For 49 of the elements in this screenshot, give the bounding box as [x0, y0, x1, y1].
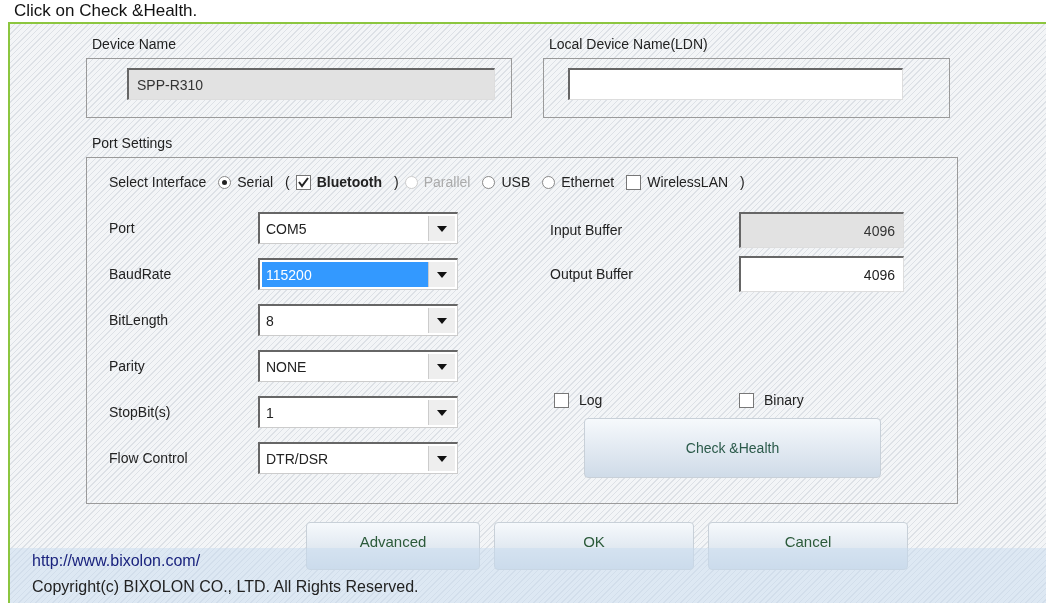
buffer-label: Input Buffer [550, 222, 624, 238]
checkbox-label: Log [579, 392, 603, 408]
combo-label: Flow Control [109, 450, 189, 466]
combo-label: Port [109, 220, 136, 236]
option-label: USB [501, 174, 531, 190]
checkbox[interactable] [626, 174, 642, 190]
dropdown[interactable]: COM5 [258, 212, 458, 244]
combo-label: Parity [109, 358, 146, 374]
dropdown-value: COM5 [265, 219, 308, 239]
field-label: Device Name [91, 36, 178, 52]
dialog-button[interactable]: OK [494, 522, 694, 570]
dropdown[interactable]: NONE [258, 350, 458, 382]
combo-label: BaudRate [109, 266, 173, 282]
check-health-button[interactable]: Check &Health [584, 418, 881, 478]
radio-button[interactable] [218, 175, 232, 189]
option-label: Bluetooth [316, 174, 383, 190]
option-label: Serial [237, 174, 274, 190]
option-label: Parallel [423, 174, 471, 190]
caption-text: Click on Check &Health. [13, 0, 199, 22]
buffer-field[interactable]: 4096 [739, 256, 904, 292]
buffer-label: Output Buffer [550, 266, 634, 282]
dropdown[interactable]: 1 [258, 396, 458, 428]
dropdown[interactable]: DTR/DSR [258, 442, 458, 474]
checkbox-label: Binary [764, 392, 804, 408]
dialog-button[interactable]: Advanced [306, 522, 480, 570]
local-device-name-field[interactable] [568, 68, 903, 100]
interface-label: Select Interface [109, 174, 207, 190]
field-label: Local Device Name(LDN) [548, 36, 709, 52]
parenthesis: ) [394, 174, 399, 190]
dropdown-value: 115200 [262, 262, 428, 287]
option-label: Ethernet [561, 174, 615, 190]
parenthesis: ) [740, 174, 745, 190]
dropdown-value: NONE [265, 357, 308, 377]
dropdown-value: 1 [265, 403, 275, 423]
dropdown[interactable]: 8 [258, 304, 458, 336]
checkbox[interactable] [295, 174, 311, 190]
checkbox[interactable] [739, 392, 754, 408]
parenthesis: ( [285, 174, 290, 190]
dropdown-value: 8 [265, 311, 275, 331]
radio-button[interactable] [482, 175, 496, 189]
group-title: Port Settings [91, 135, 174, 151]
checkbox[interactable] [554, 392, 569, 408]
option-label: WirelessLAN [647, 174, 729, 190]
combo-label: StopBit(s) [109, 404, 172, 420]
copyright-text: Copyright(c) BIXOLON CO., LTD. All Rights Reserved. [32, 577, 420, 597]
dropdown-value: DTR/DSR [265, 449, 330, 469]
combo-label: BitLength [109, 312, 170, 328]
radio-button[interactable] [542, 175, 556, 189]
dialog-button[interactable]: Cancel [708, 522, 908, 570]
